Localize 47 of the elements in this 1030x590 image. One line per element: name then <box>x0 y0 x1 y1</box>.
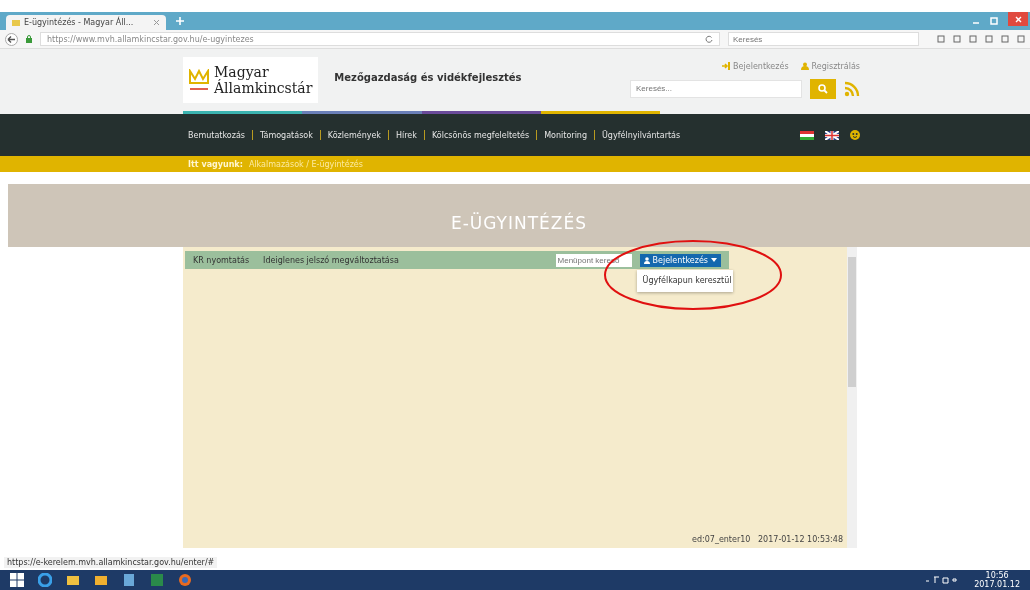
close-icon <box>1014 15 1022 23</box>
address-bar[interactable]: https://www.mvh.allamkincstar.gov.hu/e-ugyintezes <box>40 32 720 46</box>
british-flag-icon[interactable] <box>825 130 839 140</box>
clock-time: 10:56 <box>984 571 1010 580</box>
close-icon[interactable] <box>153 19 160 26</box>
nav-link[interactable]: Monitoring <box>544 130 587 140</box>
menu-link[interactable]: KR nyomtatás <box>193 255 250 265</box>
page-icon <box>12 18 20 27</box>
browser-tab[interactable]: E-ügyintézés - Magyar Áll... <box>6 15 166 30</box>
site-subtitle: Mezőgazdaság és vidékfejlesztés <box>334 71 522 83</box>
search-button[interactable] <box>810 78 836 99</box>
rss-icon[interactable] <box>844 80 860 97</box>
nav-link[interactable]: Ügyfélnyilvántartás <box>602 130 681 140</box>
caret-icon <box>711 258 717 262</box>
hungarian-flag-icon[interactable] <box>800 130 814 140</box>
login-icon <box>722 62 731 70</box>
crown-logo-icon <box>189 69 209 91</box>
clock-date: 2017.01.12 <box>974 580 1020 589</box>
search-field[interactable]: Keresés... <box>630 79 802 98</box>
scrollbar[interactable] <box>847 247 857 548</box>
nav-link[interactable]: Bemutatkozás <box>188 130 245 140</box>
logo-text: Államkincstár <box>214 80 313 96</box>
search-icon <box>818 83 828 94</box>
smiley-icon[interactable] <box>850 130 860 140</box>
version-text: ed:07_enter10 2017-01-12 10:53:48 <box>692 535 843 544</box>
scrollbar-thumb[interactable] <box>848 257 856 387</box>
close-button[interactable] <box>1008 12 1028 26</box>
status-url: https://e-kerelem.mvh.allamkincstar.gov.hu/enter/# <box>4 557 218 568</box>
back-icon[interactable] <box>5 32 18 46</box>
restore-icon[interactable] <box>990 17 998 25</box>
logo-text: Magyar <box>214 64 269 80</box>
user-icon <box>800 62 809 70</box>
nav-link[interactable]: Hírek <box>396 130 417 140</box>
menu-link[interactable]: Ideiglenes jelszó megváltoztatása <box>263 255 399 265</box>
breadcrumb-label: Itt vagyunk: <box>188 159 243 169</box>
login-dropdown-button[interactable]: Bejelentkezés <box>639 253 721 267</box>
new-tab-icon[interactable] <box>176 17 184 25</box>
nav-link[interactable]: Közlemények <box>327 130 381 140</box>
reload-icon[interactable] <box>705 35 713 43</box>
nav-link[interactable]: Támogatások <box>259 130 313 140</box>
nav-link[interactable]: Kölcsönös megfeleltetés <box>431 130 530 140</box>
dropdown-item[interactable]: Ügyfélkapun keresztül <box>642 276 732 285</box>
windows-start-icon[interactable] <box>10 573 24 587</box>
lock-icon <box>26 35 32 43</box>
page-title: E-ÜGYINTÉZÉS <box>450 213 588 233</box>
browser-search-field[interactable]: Keresés <box>728 32 919 46</box>
user-icon <box>643 256 650 264</box>
